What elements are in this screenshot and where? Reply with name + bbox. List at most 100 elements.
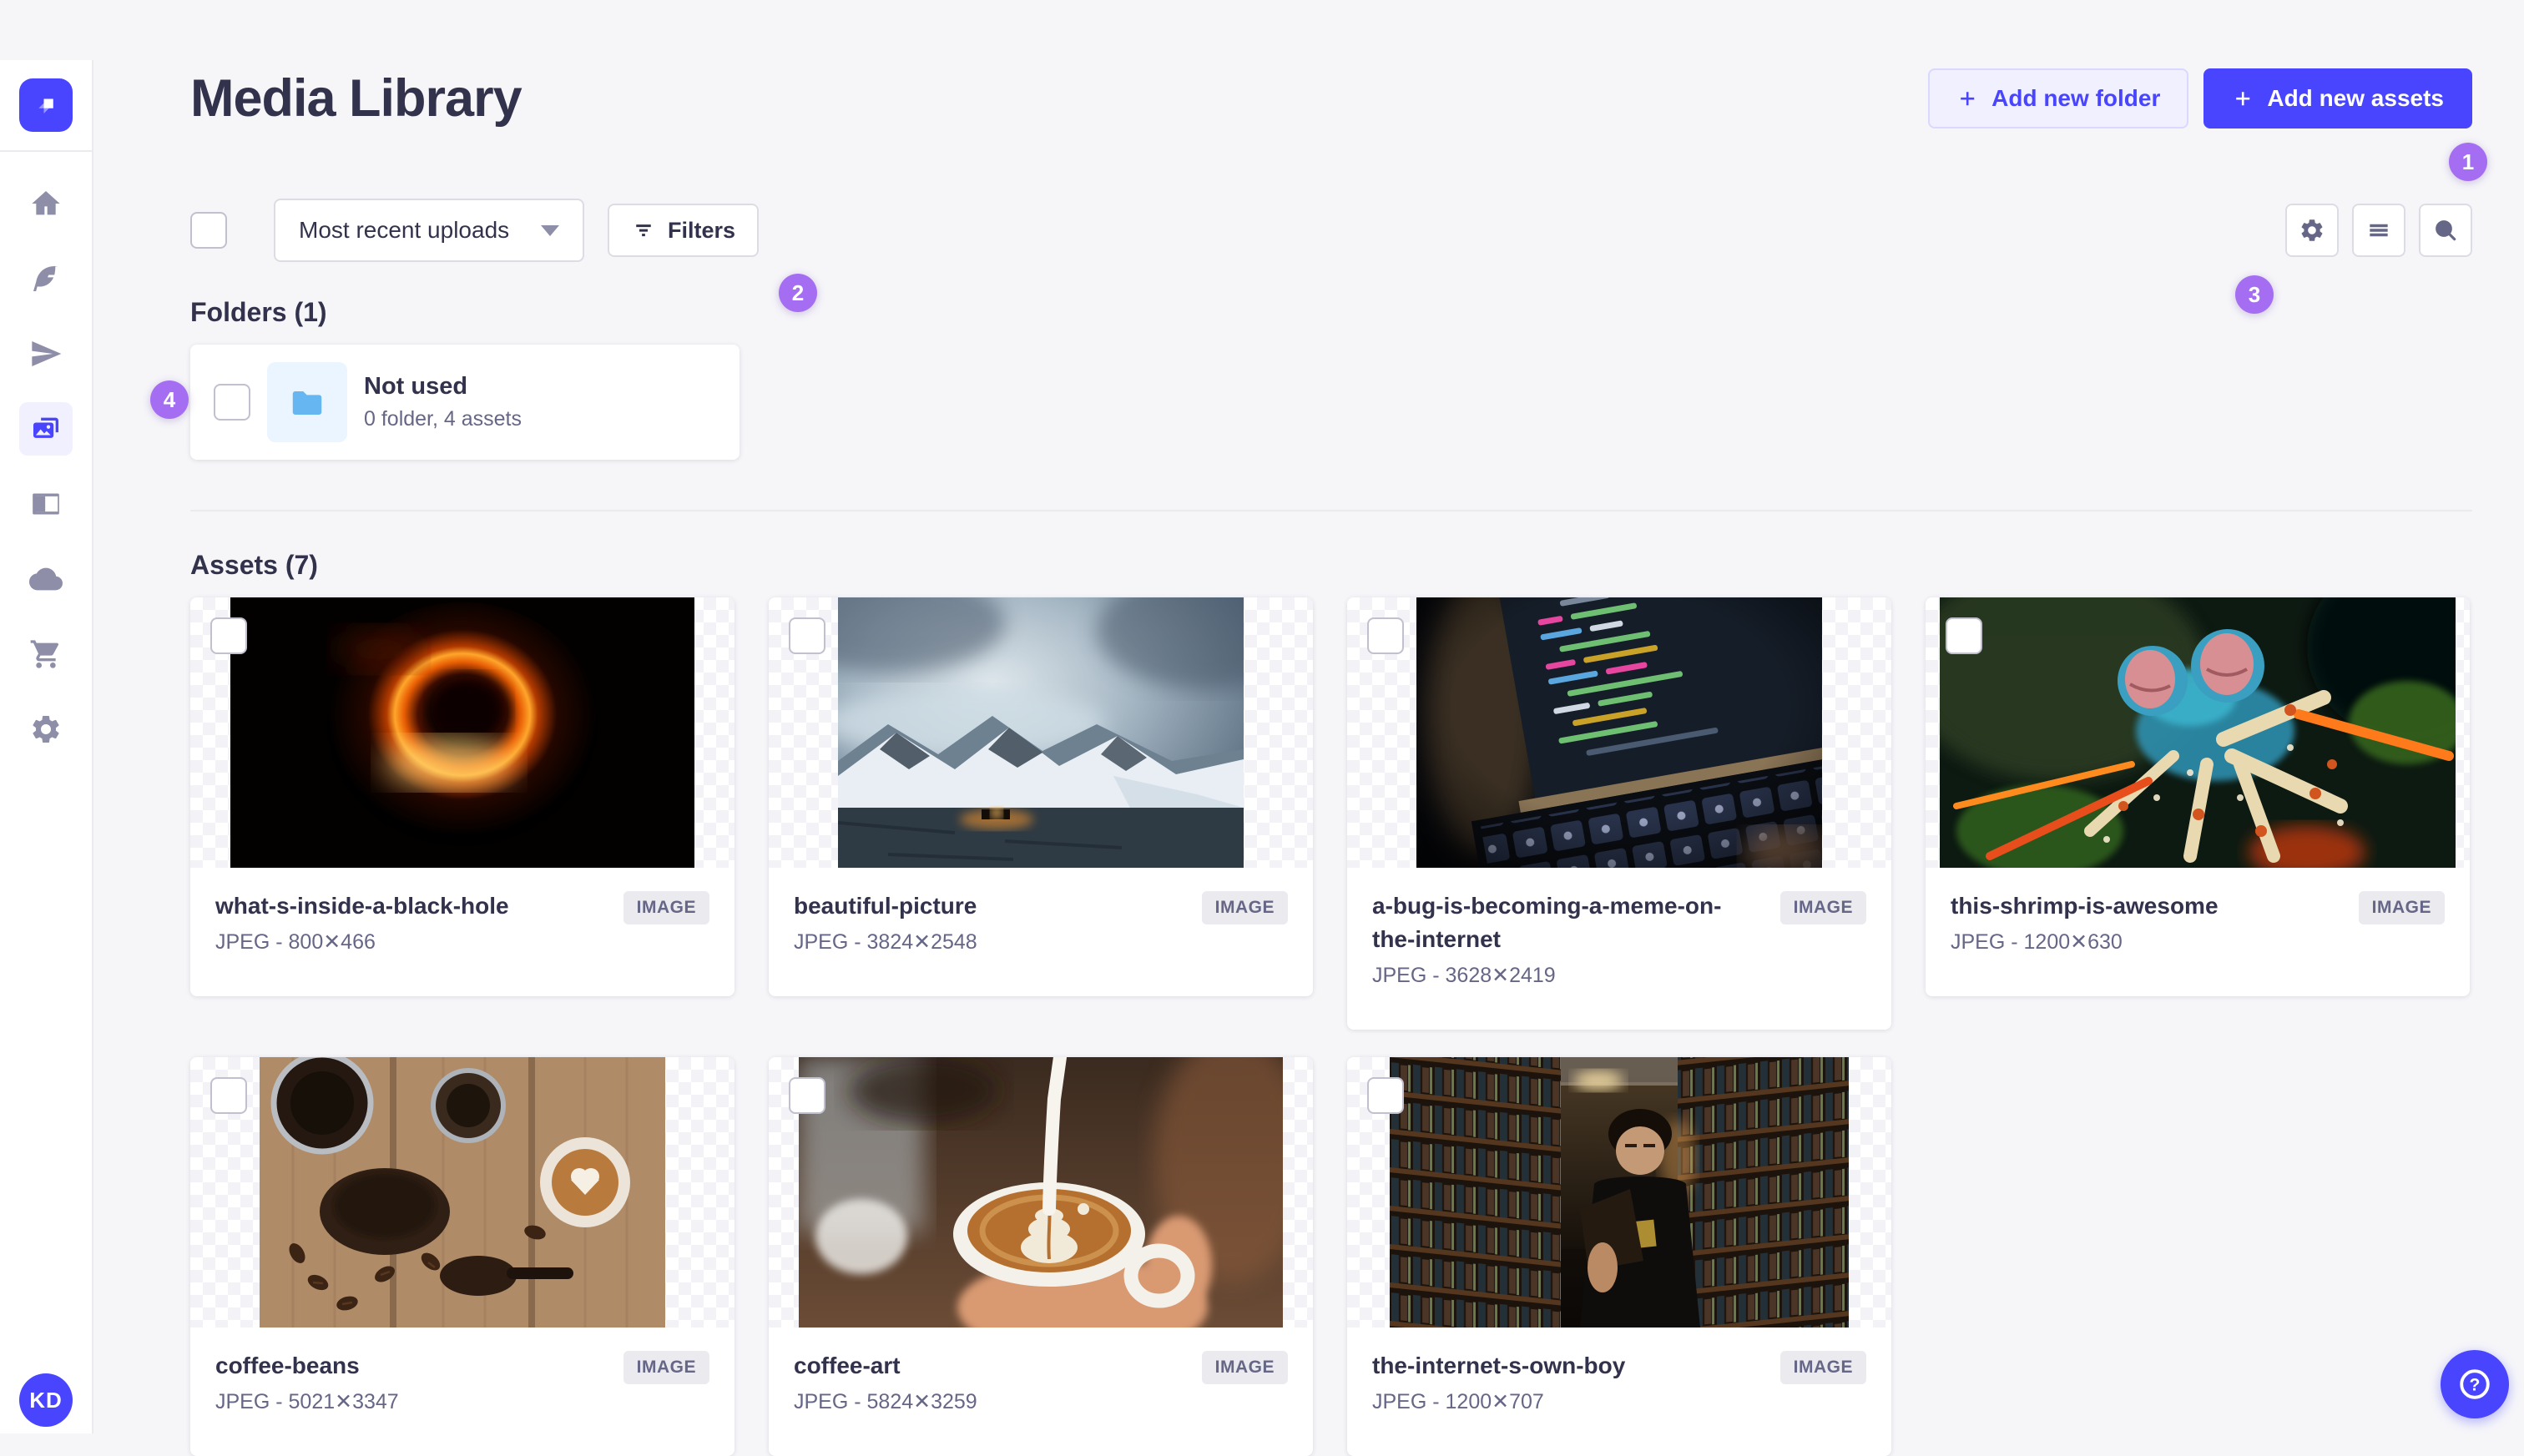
add-new-folder-label: Add new folder bbox=[1991, 85, 2161, 111]
sidebar: KD bbox=[0, 60, 93, 1433]
cloud-icon bbox=[29, 567, 63, 591]
black-hole-image bbox=[230, 597, 694, 868]
asset-checkbox[interactable] bbox=[789, 617, 825, 654]
home-icon bbox=[32, 191, 60, 215]
add-new-assets-label: Add new assets bbox=[2267, 85, 2444, 111]
asset-checkbox[interactable] bbox=[210, 617, 247, 654]
library-portrait-image bbox=[1390, 1057, 1849, 1328]
layout-icon bbox=[33, 493, 59, 515]
asset-title: coffee-beans bbox=[215, 1353, 360, 1378]
search-button[interactable] bbox=[2419, 204, 2472, 257]
add-new-folder-button[interactable]: Add new folder bbox=[1928, 68, 2189, 128]
select-all-checkbox[interactable] bbox=[190, 212, 227, 249]
toolbar: Most recent uploads Filters bbox=[190, 199, 2472, 262]
asset-thumbnail bbox=[769, 1057, 1313, 1328]
asset-meta: JPEG - 800✕466 bbox=[215, 930, 376, 954]
asset-title: coffee-art bbox=[794, 1353, 901, 1378]
gear-icon bbox=[2301, 219, 2323, 241]
sidebar-item-releases[interactable] bbox=[19, 327, 73, 380]
sidebar-item-marketplace[interactable] bbox=[19, 627, 73, 681]
plus-icon bbox=[2236, 92, 2250, 106]
asset-checkbox[interactable] bbox=[210, 1077, 247, 1114]
asset-card[interactable]: what-s-inside-a-black-hole JPEG - 800✕46… bbox=[190, 597, 734, 996]
asset-card[interactable]: the-internet-s-own-boy JPEG - 1200✕707 I… bbox=[1347, 1057, 1891, 1456]
asset-card[interactable]: a-bug-is-becoming-a-meme-on-the-internet… bbox=[1347, 597, 1891, 1030]
paper-plane-icon bbox=[32, 341, 62, 366]
feather-icon bbox=[33, 266, 58, 291]
asset-meta: JPEG - 3628✕2419 bbox=[1372, 964, 1556, 987]
header-actions: Add new folder Add new assets bbox=[1928, 68, 2472, 128]
asset-title: beautiful-picture bbox=[794, 893, 977, 919]
sort-dropdown[interactable]: Most recent uploads bbox=[274, 199, 584, 262]
asset-type-badge: IMAGE bbox=[623, 1351, 709, 1384]
asset-meta: JPEG - 5824✕3259 bbox=[794, 1390, 977, 1413]
asset-title: this-shrimp-is-awesome bbox=[1951, 893, 2219, 919]
sidebar-item-home[interactable] bbox=[19, 177, 73, 230]
asset-type-badge: IMAGE bbox=[1201, 1351, 1288, 1384]
assets-grid: what-s-inside-a-black-hole JPEG - 800✕46… bbox=[190, 597, 2472, 1456]
sidebar-item-deploy[interactable] bbox=[19, 552, 73, 606]
gear-icon bbox=[33, 716, 59, 743]
asset-meta: JPEG - 3824✕2548 bbox=[794, 930, 977, 954]
sidebar-item-content-type-builder[interactable] bbox=[19, 477, 73, 531]
list-view-button[interactable] bbox=[2352, 204, 2405, 257]
strapi-logo[interactable] bbox=[19, 78, 73, 132]
sidebar-nav bbox=[19, 152, 73, 756]
mountains-image bbox=[838, 597, 1244, 868]
chevron-down-icon bbox=[541, 224, 559, 236]
add-new-assets-button[interactable]: Add new assets bbox=[2203, 68, 2472, 128]
asset-checkbox[interactable] bbox=[789, 1077, 825, 1114]
asset-card[interactable]: coffee-art JPEG - 5824✕3259 IMAGE bbox=[769, 1057, 1313, 1456]
sidebar-item-media-library[interactable] bbox=[19, 402, 73, 456]
asset-meta: JPEG - 5021✕3347 bbox=[215, 1390, 399, 1413]
folder-name: Not used bbox=[364, 373, 468, 400]
sidebar-item-content-manager[interactable] bbox=[19, 252, 73, 305]
sidebar-item-settings[interactable] bbox=[19, 703, 73, 756]
folder-tile bbox=[267, 362, 347, 442]
annotation-badge-1: 1 bbox=[2449, 143, 2487, 181]
asset-title: what-s-inside-a-black-hole bbox=[215, 893, 509, 919]
asset-type-badge: IMAGE bbox=[1201, 891, 1288, 924]
asset-checkbox[interactable] bbox=[1946, 617, 1982, 654]
folders-section-title: Folders (1) bbox=[190, 297, 327, 327]
asset-meta: JPEG - 1200✕630 bbox=[1951, 930, 2123, 954]
media-library-icon bbox=[33, 417, 58, 438]
help-button[interactable]: ? bbox=[2441, 1350, 2509, 1418]
asset-type-badge: IMAGE bbox=[1779, 1351, 1866, 1384]
latte-art-image bbox=[799, 1057, 1283, 1328]
asset-card[interactable]: beautiful-picture JPEG - 3824✕2548 IMAGE bbox=[769, 597, 1313, 996]
main-content: Media Library Add new folder Add new ass… bbox=[93, 60, 2524, 1456]
user-avatar[interactable]: KD bbox=[19, 1373, 73, 1427]
asset-thumbnail bbox=[1926, 597, 2470, 868]
cart-icon bbox=[30, 640, 58, 668]
logo-area bbox=[0, 60, 92, 152]
folder-card[interactable]: Not used 0 folder, 4 assets bbox=[190, 345, 740, 460]
filter-icon bbox=[636, 224, 651, 237]
asset-title: the-internet-s-own-boy bbox=[1372, 1353, 1626, 1378]
filters-button[interactable]: Filters bbox=[608, 204, 760, 257]
folder-meta: 0 folder, 4 assets bbox=[364, 407, 522, 431]
view-controls bbox=[2285, 204, 2472, 257]
strapi-logo-icon bbox=[38, 98, 53, 113]
asset-thumbnail bbox=[190, 1057, 734, 1328]
annotation-badge-3: 3 bbox=[2235, 275, 2274, 314]
folder-icon bbox=[292, 390, 322, 415]
sort-value: Most recent uploads bbox=[299, 217, 510, 243]
page-title: Media Library bbox=[190, 69, 522, 128]
asset-thumbnail bbox=[1347, 1057, 1891, 1328]
asset-checkbox[interactable] bbox=[1367, 1077, 1404, 1114]
asset-meta: JPEG - 1200✕707 bbox=[1372, 1390, 1544, 1413]
asset-type-badge: IMAGE bbox=[623, 891, 709, 924]
asset-thumbnail bbox=[769, 597, 1313, 868]
asset-thumbnail bbox=[1347, 597, 1891, 868]
mantis-shrimp-image bbox=[1940, 597, 2456, 868]
annotation-badge-2: 2 bbox=[779, 274, 817, 312]
asset-card[interactable]: coffee-beans JPEG - 5021✕3347 IMAGE bbox=[190, 1057, 734, 1456]
asset-thumbnail bbox=[190, 597, 734, 868]
asset-card[interactable]: this-shrimp-is-awesome JPEG - 1200✕630 I… bbox=[1926, 597, 2470, 996]
assets-section-title: Assets (7) bbox=[190, 550, 318, 580]
configure-view-button[interactable] bbox=[2285, 204, 2339, 257]
asset-checkbox[interactable] bbox=[1367, 617, 1404, 654]
page-header: Media Library Add new folder Add new ass… bbox=[190, 60, 2472, 137]
folder-checkbox[interactable] bbox=[214, 384, 250, 421]
